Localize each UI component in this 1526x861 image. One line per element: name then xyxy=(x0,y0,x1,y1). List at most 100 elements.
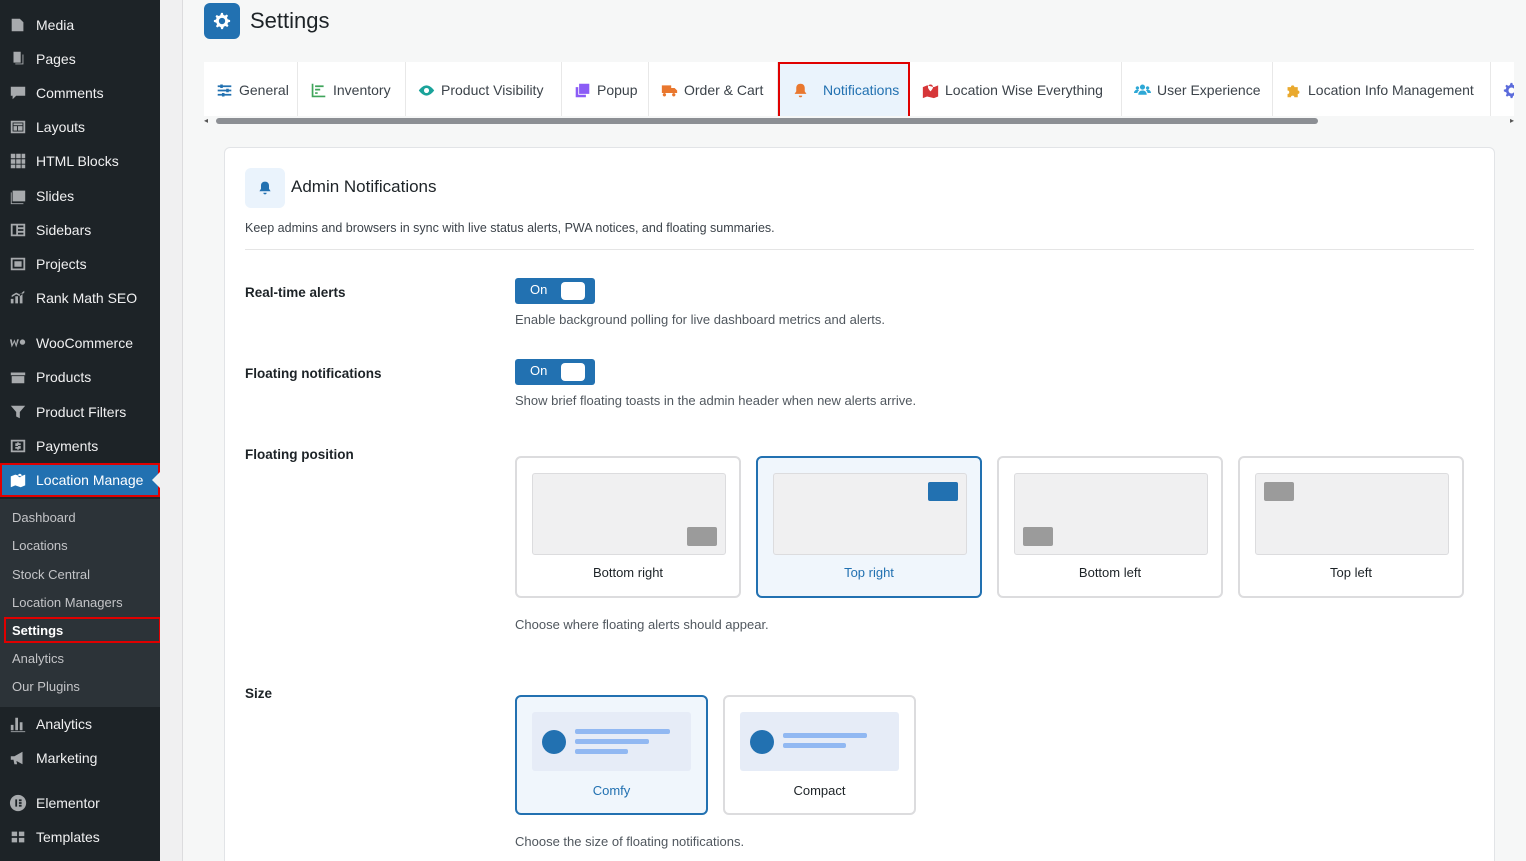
sidebar-item-templates[interactable]: Templates xyxy=(0,820,160,854)
layouts-icon xyxy=(0,118,36,136)
tab-order-cart[interactable]: Order & Cart xyxy=(649,62,778,117)
scroll-left-icon[interactable]: ◂ xyxy=(204,116,208,125)
position-option-top-left[interactable]: Top left xyxy=(1238,456,1464,598)
tab-more[interactable] xyxy=(1491,62,1514,117)
sidebar-item-rank-math-seo[interactable]: Rank Math SEO xyxy=(0,281,160,315)
tab-popup[interactable]: Popup xyxy=(562,62,649,117)
sidebar-item-label: Media xyxy=(36,17,75,33)
comments-icon xyxy=(0,84,36,102)
location-map-icon xyxy=(0,471,36,489)
size-option-compact[interactable]: Compact xyxy=(723,695,916,815)
position-option-top-right[interactable]: Top right xyxy=(756,456,982,598)
sidebar-item-label: Location Manage xyxy=(36,472,144,488)
megaphone-icon xyxy=(0,749,36,767)
position-option-label: Bottom right xyxy=(592,565,664,580)
size-option-comfy[interactable]: Comfy xyxy=(515,695,708,815)
sidebar-item-label: Layouts xyxy=(36,119,86,135)
sidebar-item-marketing[interactable]: Marketing xyxy=(0,741,160,775)
floating-position-label: Floating position xyxy=(245,447,354,462)
sidebar-item-location-manage[interactable]: Location Manage xyxy=(0,463,160,497)
scroll-right-icon[interactable]: ▸ xyxy=(1510,116,1514,125)
sidebar-item-products[interactable]: Products xyxy=(0,360,160,394)
submenu-item-dashboard[interactable]: Dashboard xyxy=(0,504,160,530)
filter-icon xyxy=(0,403,36,421)
position-option-label: Top right xyxy=(844,565,894,580)
realtime-alerts-toggle[interactable]: On xyxy=(515,278,595,304)
line-preview xyxy=(575,729,670,734)
tab-location-wise-everything[interactable]: Location Wise Everything xyxy=(910,62,1122,117)
submenu-item-stock-central[interactable]: Stock Central xyxy=(0,561,160,587)
toast-preview xyxy=(1023,527,1053,546)
elementor-icon xyxy=(0,794,36,812)
sidebar-item-html-blocks[interactable]: HTML Blocks xyxy=(0,144,160,178)
sidebar-item-label: Slides xyxy=(36,188,75,204)
sidebar-item-product-filters[interactable]: Product Filters xyxy=(0,395,160,429)
sidebar-item-projects[interactable]: Projects xyxy=(0,247,160,281)
line-preview xyxy=(783,733,867,738)
line-preview xyxy=(783,743,846,748)
sidebar-item-woocommerce[interactable]: WooCommerce xyxy=(0,326,160,360)
sidebar-item-label: Elementor xyxy=(36,795,100,811)
position-option-label: Top left xyxy=(1330,565,1372,580)
sidebar-item-comments[interactable]: Comments xyxy=(0,76,160,110)
tab-label: Location Wise Everything xyxy=(945,82,1103,98)
toggle-state: On xyxy=(530,282,548,297)
position-option-bottom-right[interactable]: Bottom right xyxy=(515,456,741,598)
tab-label: Inventory xyxy=(333,82,391,98)
tabs-scrollbar[interactable]: ◂ ▸ xyxy=(204,116,1514,126)
products-icon xyxy=(0,368,36,386)
payments-icon xyxy=(0,437,36,455)
submenu-item-our-plugins[interactable]: Our Plugins xyxy=(0,673,160,699)
position-option-bottom-left[interactable]: Bottom left xyxy=(997,456,1223,598)
clone-icon xyxy=(573,81,591,99)
tab-general[interactable]: General xyxy=(204,62,298,117)
gear-icon xyxy=(204,3,240,39)
tab-label: Notifications xyxy=(823,82,900,98)
submenu-item-analytics[interactable]: Analytics xyxy=(0,645,160,671)
sidebar-item-label: Sidebars xyxy=(36,222,92,238)
size-preview xyxy=(740,712,899,771)
sidebar-item-pages[interactable]: Pages xyxy=(0,42,160,76)
line-preview xyxy=(575,749,628,754)
sidebar-item-label: Comments xyxy=(36,85,104,101)
sidebar-item-label: HTML Blocks xyxy=(36,153,119,169)
sidebar-item-sidebars[interactable]: Sidebars xyxy=(0,213,160,247)
submenu-item-locations[interactable]: Locations xyxy=(0,532,160,558)
floating-notifications-toggle[interactable]: On xyxy=(515,359,595,385)
avatar-preview xyxy=(542,730,566,754)
tab-notifications[interactable]: Notifications xyxy=(778,62,910,117)
floating-notifications-label: Floating notifications xyxy=(245,366,382,381)
truck-icon xyxy=(660,81,678,99)
sidebar-item-elementor[interactable]: Elementor xyxy=(0,786,160,820)
toast-preview xyxy=(1264,482,1294,501)
tab-product-visibility[interactable]: Product Visibility xyxy=(406,62,562,117)
position-preview xyxy=(773,473,967,555)
rank-math-icon xyxy=(0,289,36,307)
page-title: Settings xyxy=(250,8,330,33)
html-blocks-icon xyxy=(0,152,36,170)
sliders-icon xyxy=(215,81,233,99)
toggle-knob xyxy=(561,363,585,381)
main-content: Settings General Inventory Product Visib… xyxy=(160,0,1526,861)
position-preview xyxy=(532,473,726,555)
submenu-item-location-managers[interactable]: Location Managers xyxy=(0,589,160,615)
sidebar-item-label: Rank Math SEO xyxy=(36,290,138,306)
sidebar-item-layouts[interactable]: Layouts xyxy=(0,110,160,144)
tab-user-experience[interactable]: User Experience xyxy=(1122,62,1273,117)
sidebar-item-slides[interactable]: Slides xyxy=(0,179,160,213)
woocommerce-icon xyxy=(0,334,36,352)
floating-position-help: Choose where floating alerts should appe… xyxy=(515,617,769,632)
tab-label: User Experience xyxy=(1157,82,1261,98)
sidebar-item-payments[interactable]: Payments xyxy=(0,429,160,463)
tab-location-info-management[interactable]: Location Info Management xyxy=(1273,62,1491,117)
size-option-label: Compact xyxy=(793,783,846,798)
toast-preview xyxy=(687,527,717,546)
toggle-knob xyxy=(561,282,585,300)
submenu-item-settings[interactable]: Settings xyxy=(4,617,161,643)
scrollbar-thumb[interactable] xyxy=(216,118,1318,124)
sidebar-item-media[interactable]: Media xyxy=(0,8,160,42)
sidebar-item-analytics[interactable]: Analytics xyxy=(0,707,160,741)
tab-inventory[interactable]: Inventory xyxy=(298,62,406,117)
realtime-alerts-help: Enable background polling for live dashb… xyxy=(515,312,885,327)
sidebars-icon xyxy=(0,221,36,239)
